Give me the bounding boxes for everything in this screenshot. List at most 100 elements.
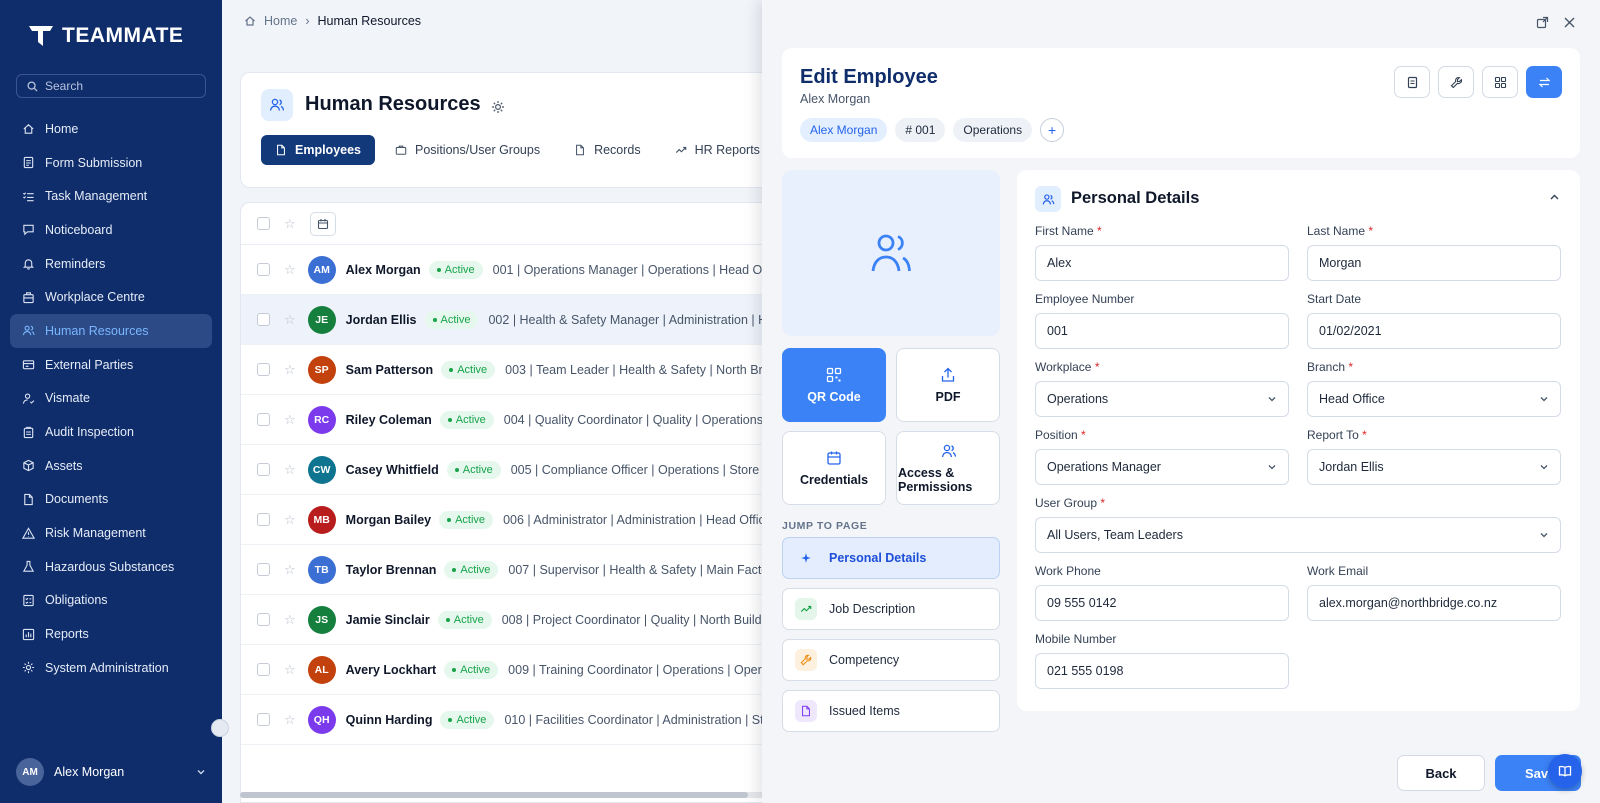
mobile-number-input[interactable]: 021 555 0198 [1035, 653, 1289, 689]
star-icon[interactable]: ☆ [284, 362, 296, 378]
row-checkbox[interactable] [257, 363, 270, 376]
star-icon[interactable]: ☆ [284, 262, 296, 278]
last-name-input[interactable]: Morgan [1307, 245, 1561, 281]
swap-button[interactable] [1526, 66, 1562, 98]
employee-name[interactable]: Jamie Sinclair [346, 613, 430, 627]
jump-item-job-description[interactable]: Job Description [782, 588, 1000, 630]
credentials-button[interactable]: Credentials [782, 431, 886, 505]
table-row[interactable]: ☆ QH Quinn Harding Active 010 | Facilities C… [241, 695, 779, 745]
table-row[interactable]: ☆ RC Riley Coleman Active 004 | Quality Coor… [241, 395, 779, 445]
row-checkbox[interactable] [257, 313, 270, 326]
sidebar-item-documents[interactable]: Documents [10, 483, 212, 517]
close-icon[interactable] [1563, 16, 1576, 29]
settings-icon[interactable] [491, 100, 505, 114]
qr-code-button[interactable]: QR Code [782, 348, 886, 422]
employee-name[interactable]: Casey Whitfield [346, 463, 439, 477]
sidebar-item-obligations[interactable]: Obligations [10, 584, 212, 618]
employee-number-input[interactable]: 001 [1035, 313, 1289, 349]
chevron-up-icon[interactable] [1549, 192, 1560, 203]
calendar-filter-button[interactable] [309, 211, 336, 236]
document-button[interactable] [1394, 66, 1430, 98]
help-book-button[interactable] [1548, 754, 1582, 788]
star-icon[interactable]: ☆ [284, 412, 296, 428]
row-checkbox[interactable] [257, 613, 270, 626]
pdf-button[interactable]: PDF [896, 348, 1000, 422]
first-name-input[interactable]: Alex [1035, 245, 1289, 281]
tab-records[interactable]: Records [560, 135, 655, 165]
table-row[interactable]: ☆ TB Taylor Brennan Active 007 | Supervisor … [241, 545, 779, 595]
employee-name[interactable]: Morgan Bailey [346, 513, 431, 527]
back-button[interactable]: Back [1397, 755, 1485, 791]
employee-name[interactable]: Quinn Harding [346, 713, 433, 727]
sidebar-item-home[interactable]: Home [10, 112, 212, 146]
row-checkbox[interactable] [257, 513, 270, 526]
chip-name[interactable]: Alex Morgan [800, 118, 888, 142]
employee-name[interactable]: Jordan Ellis [346, 313, 417, 327]
employee-name[interactable]: Sam Patterson [346, 363, 434, 377]
popout-icon[interactable] [1536, 16, 1549, 29]
sidebar-item-reports[interactable]: Reports [10, 617, 212, 651]
tab-positions-user-groups[interactable]: Positions/User Groups [381, 135, 554, 165]
sidebar-item-system-administration[interactable]: System Administration [10, 651, 212, 685]
table-row[interactable]: ☆ JE Jordan Ellis Active 002 | Health & Safe… [241, 295, 779, 345]
star-filter-icon[interactable]: ☆ [284, 216, 296, 232]
row-checkbox[interactable] [257, 413, 270, 426]
breadcrumb-home[interactable]: Home [264, 14, 297, 28]
sidebar-item-human-resources[interactable]: Human Resources [10, 314, 212, 348]
start-date-input[interactable]: 01/02/2021 [1307, 313, 1561, 349]
sidebar-item-task-management[interactable]: Task Management [10, 179, 212, 213]
employee-name[interactable]: Avery Lockhart [346, 663, 437, 677]
home-icon[interactable] [244, 15, 256, 27]
sidebar-item-noticeboard[interactable]: Noticeboard [10, 213, 212, 247]
table-row[interactable]: ☆ SP Sam Patterson Active 003 | Team Leader … [241, 345, 779, 395]
employee-name[interactable]: Taylor Brennan [346, 563, 437, 577]
select-all-checkbox[interactable] [257, 217, 270, 230]
horizontal-scrollbar[interactable] [240, 792, 780, 798]
position-select[interactable]: Operations Manager [1035, 449, 1289, 485]
tools-button[interactable] [1438, 66, 1474, 98]
sidebar-item-reminders[interactable]: Reminders [10, 247, 212, 281]
sidebar-user-menu[interactable]: AM Alex Morgan [16, 758, 206, 786]
sidebar-item-form-submission[interactable]: Form Submission [10, 146, 212, 180]
jump-item-issued-items[interactable]: Issued Items [782, 690, 1000, 732]
table-row[interactable]: ☆ MB Morgan Bailey Active 006 | Administrato… [241, 495, 779, 545]
table-row[interactable]: ☆ CW Casey Whitfield Active 005 | Compliance… [241, 445, 779, 495]
report-to-select[interactable]: Jordan Ellis [1307, 449, 1561, 485]
table-row[interactable]: ☆ JS Jamie Sinclair Active 008 | Project Coo… [241, 595, 779, 645]
sidebar-item-workplace-centre[interactable]: Workplace Centre [10, 280, 212, 314]
branch-select[interactable]: Head Office [1307, 381, 1561, 417]
chip-workplace[interactable]: Operations [953, 118, 1033, 142]
table-row[interactable]: ☆ AL Avery Lockhart Active 009 | Training Co… [241, 645, 779, 695]
row-checkbox[interactable] [257, 563, 270, 576]
star-icon[interactable]: ☆ [284, 312, 296, 328]
star-icon[interactable]: ☆ [284, 562, 296, 578]
sidebar-item-hazardous-substances[interactable]: Hazardous Substances [10, 550, 212, 584]
jump-item-personal-details[interactable]: Personal Details [782, 537, 1000, 579]
employee-name[interactable]: Riley Coleman [346, 413, 432, 427]
row-checkbox[interactable] [257, 463, 270, 476]
sidebar-item-assets[interactable]: Assets [10, 449, 212, 483]
work-email-input[interactable]: alex.morgan@northbridge.co.nz [1307, 585, 1561, 621]
tab-hr-reports[interactable]: HR Reports [661, 135, 774, 165]
row-checkbox[interactable] [257, 263, 270, 276]
row-checkbox[interactable] [257, 713, 270, 726]
row-checkbox[interactable] [257, 663, 270, 676]
brand-logo[interactable]: TEAMMATE [28, 24, 183, 48]
sidebar-item-audit-inspection[interactable]: Audit Inspection [10, 415, 212, 449]
sidebar-search-input[interactable]: Search [16, 74, 206, 98]
sidebar-item-risk-management[interactable]: Risk Management [10, 516, 212, 550]
sidebar-item-external-parties[interactable]: External Parties [10, 348, 212, 382]
sidebar-item-vismate[interactable]: Vismate [10, 382, 212, 416]
add-chip-button[interactable]: + [1040, 118, 1065, 142]
work-phone-input[interactable]: 09 555 0142 [1035, 585, 1289, 621]
star-icon[interactable]: ☆ [284, 712, 296, 728]
tab-employees[interactable]: Employees [261, 135, 376, 165]
star-icon[interactable]: ☆ [284, 662, 296, 678]
workplace-select[interactable]: Operations [1035, 381, 1289, 417]
grid-view-button[interactable] [1482, 66, 1518, 98]
employee-photo[interactable] [782, 170, 1000, 336]
star-icon[interactable]: ☆ [284, 612, 296, 628]
employee-name[interactable]: Alex Morgan [346, 263, 421, 277]
user-group-select[interactable]: All Users, Team Leaders [1035, 517, 1561, 553]
star-icon[interactable]: ☆ [284, 462, 296, 478]
